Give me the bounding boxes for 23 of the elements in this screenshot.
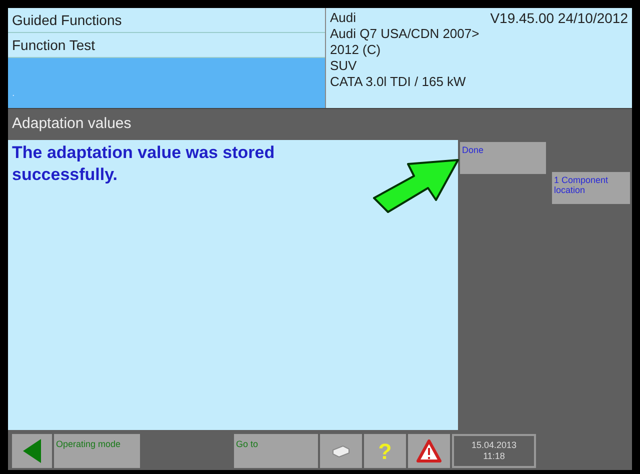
help-button[interactable]: ?: [364, 434, 406, 468]
breadcrumb-row: Function Test: [8, 33, 325, 58]
version-label: V19.45.00 24/10/2012: [490, 10, 628, 26]
vehicle-detail: CATA 3.0l TDI / 165 kW: [330, 74, 467, 90]
date-label: 15.04.2013: [471, 440, 517, 451]
time-label: 11:18: [483, 451, 505, 462]
vehicle-detail: Audi Q7 USA/CDN 2007>: [330, 26, 480, 42]
back-button[interactable]: [12, 434, 52, 468]
go-to-button[interactable]: Go to: [234, 434, 318, 468]
vehicle-detail: 2012 (C): [330, 42, 382, 58]
breadcrumb-row: Guided Functions: [8, 8, 325, 33]
operating-mode-button[interactable]: Operating mode: [54, 434, 140, 468]
back-arrow-icon: [21, 437, 43, 465]
breadcrumb-row: .: [8, 58, 325, 108]
vehicle-detail: SUV: [330, 58, 358, 74]
done-button[interactable]: Done: [460, 142, 546, 174]
warning-icon: [416, 439, 442, 463]
status-message: The adaptation value was stored successfully.: [11, 142, 276, 186]
arrow-icon: [370, 156, 460, 216]
vehicle-make: Audi: [330, 10, 356, 26]
component-location-button[interactable]: 1 Component location: [552, 172, 630, 204]
warning-button[interactable]: [408, 434, 450, 468]
print-button[interactable]: [320, 434, 362, 468]
